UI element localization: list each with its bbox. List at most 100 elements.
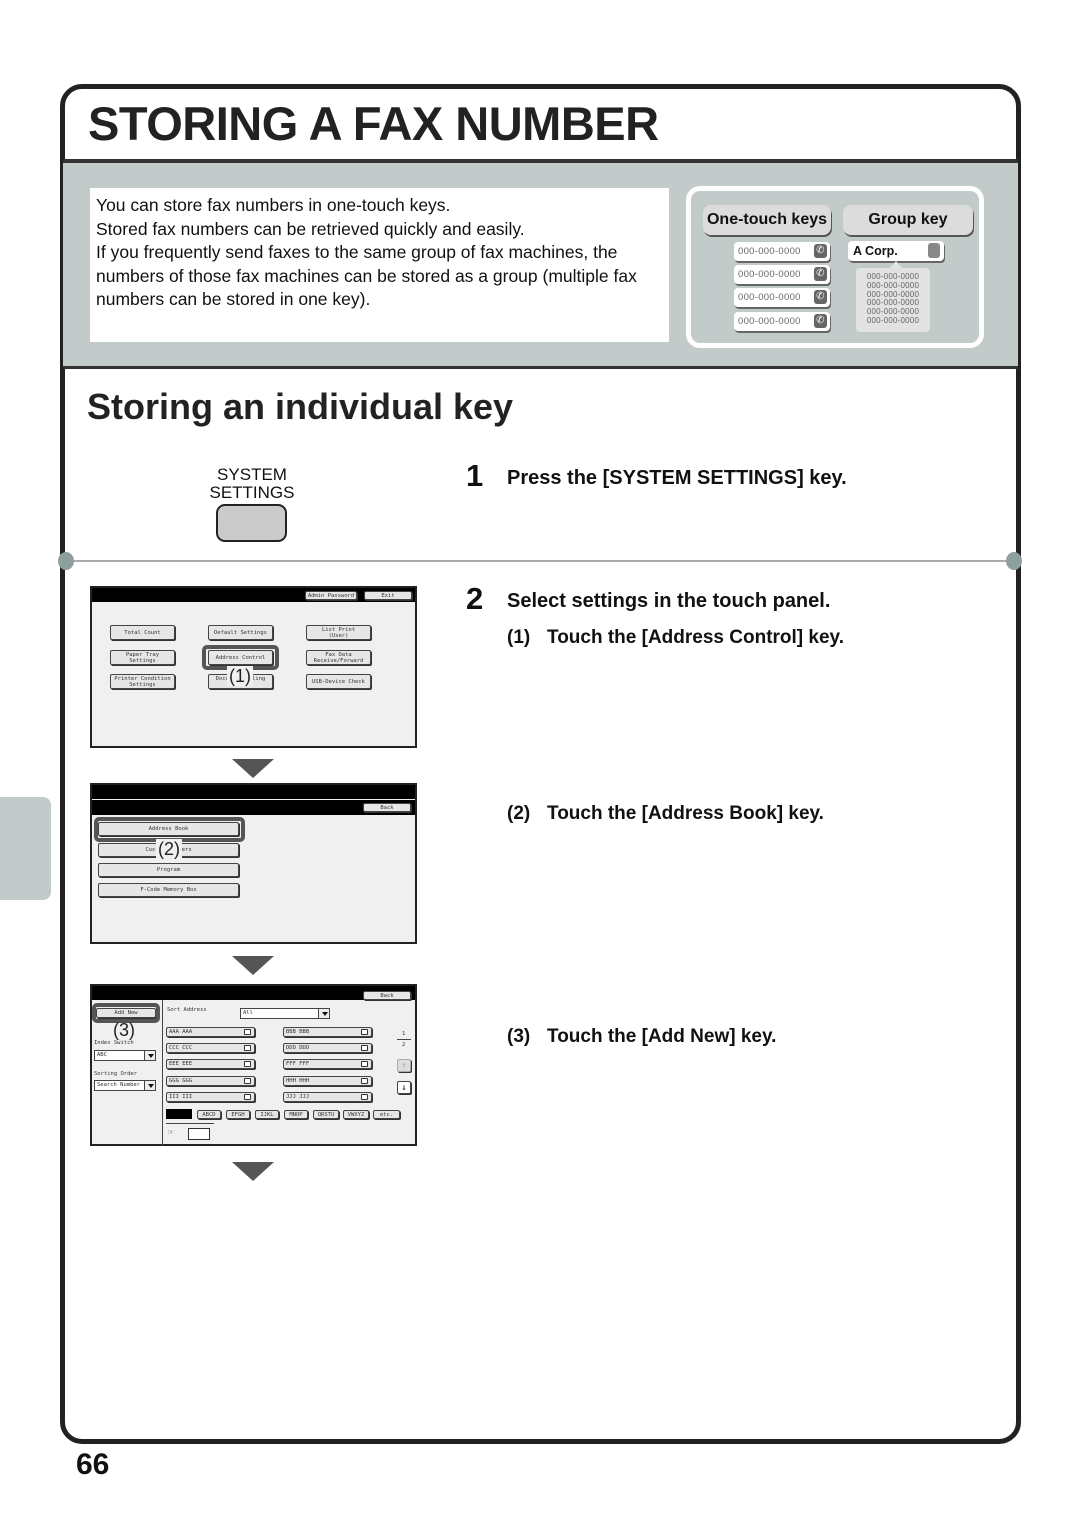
index-switch-select[interactable]: ABC: [94, 1050, 156, 1061]
total-count-button[interactable]: Total Count: [110, 625, 175, 640]
address-entry[interactable]: DDD DDD: [283, 1043, 372, 1053]
fax-data-forward-button[interactable]: Fax Data Receive/Forward: [306, 650, 371, 665]
sort-address-select[interactable]: All: [240, 1008, 330, 1019]
one-touch-keys-tab: One-touch keys: [703, 205, 831, 235]
system-settings-key[interactable]: [216, 504, 287, 542]
one-touch-key: 000-000-0000 ✆: [734, 312, 830, 331]
intro-divider: [63, 366, 1018, 369]
index-tab[interactable]: QRSTU: [313, 1110, 339, 1119]
phone-icon: ✆: [814, 244, 827, 258]
touch-panel-system-settings: Admin Password Exit Total Count Default …: [90, 586, 417, 748]
substep-number: (1): [507, 627, 531, 648]
touch-panel-address-control: Back Address Book Custom Folders Program…: [90, 783, 417, 944]
list-print-button[interactable]: List Print (User): [306, 625, 371, 640]
callout-label: (1): [227, 666, 253, 686]
default-settings-button[interactable]: Default Settings: [208, 625, 273, 640]
f-code-memory-box-button[interactable]: F-Code Memory Box: [98, 883, 239, 897]
select-value: Search Number: [97, 1082, 141, 1088]
phone-icon: ✆: [814, 314, 827, 328]
address-entry[interactable]: HHH HHH: [283, 1076, 372, 1086]
dropdown-arrow-icon: [144, 1081, 155, 1090]
envelope-icon: [361, 1094, 368, 1100]
label-line: SETTINGS: [209, 482, 295, 502]
index-tab[interactable]: IJKL: [255, 1110, 279, 1119]
page-total: 2: [402, 1042, 406, 1048]
entry-name: JJJ JJJ: [286, 1094, 310, 1100]
index-tab[interactable]: ABCD: [197, 1110, 221, 1119]
index-tab[interactable]: MNOP: [284, 1110, 308, 1119]
substep-text: Touch the [Address Book] key.: [547, 803, 824, 824]
admin-password-button[interactable]: Admin Password: [305, 591, 357, 600]
entry-name: DDD DDD: [286, 1045, 310, 1051]
index-tab[interactable]: VWXYZ: [343, 1110, 369, 1119]
scroll-up-button[interactable]: ↑: [397, 1059, 411, 1072]
fax-number: 000-000-0000: [738, 269, 801, 280]
section-heading: Storing an individual key: [87, 386, 514, 427]
down-arrow-icon: [232, 956, 274, 975]
intro-line: If you frequently send faxes to the same…: [96, 242, 637, 310]
intro-text-box: You can store fax numbers in one-touch k…: [90, 188, 669, 342]
group-numbers-popup: 000-000-0000 000-000-0000 000-000-0000 0…: [856, 261, 930, 332]
down-arrow-icon: [232, 1162, 274, 1181]
fax-number: 000-000-0000: [738, 316, 801, 327]
sorting-order-select[interactable]: Search Number: [94, 1080, 156, 1091]
intro-line: Stored fax numbers can be retrieved quic…: [96, 218, 525, 239]
touch-panel-address-book: Back Add New (3) Index Switch ABC Sortin…: [90, 984, 417, 1146]
group-key-label: A Corp.: [853, 244, 898, 258]
address-entry[interactable]: BBB BBB: [283, 1027, 372, 1037]
index-tab[interactable]: EFGH: [226, 1110, 250, 1119]
one-touch-key: 000-000-0000 ✆: [734, 242, 830, 261]
address-entry[interactable]: EEE EEE: [166, 1059, 255, 1069]
envelope-icon: [244, 1061, 251, 1067]
address-entry[interactable]: CCC CCC: [166, 1043, 255, 1053]
fax-number: 000-000-0000: [738, 292, 801, 303]
printer-condition-button[interactable]: Printer Condition Settings: [110, 674, 175, 689]
program-button[interactable]: Program: [98, 863, 239, 877]
step-number: 1: [466, 458, 484, 493]
group-number: 000-000-0000: [866, 315, 920, 325]
page-current: 1: [402, 1031, 406, 1037]
dropdown-arrow-icon: [144, 1051, 155, 1060]
address-entry[interactable]: III III: [166, 1092, 255, 1102]
keys-illustration: One-touch keys Group key 000-000-0000 ✆ 0…: [686, 186, 984, 348]
one-touch-key: 000-000-0000 ✆: [734, 265, 830, 284]
scroll-down-button[interactable]: ↓: [397, 1081, 411, 1094]
entry-name: CCC CCC: [169, 1045, 193, 1051]
chapter-side-tab: [0, 797, 51, 900]
envelope-icon: [244, 1094, 251, 1100]
paper-tray-settings-button[interactable]: Paper Tray Settings: [110, 650, 175, 665]
back-button[interactable]: Back: [363, 803, 411, 812]
address-entry[interactable]: JJJ JJJ: [283, 1092, 372, 1102]
search-number-input[interactable]: [188, 1128, 210, 1140]
callout-label: (2): [156, 839, 182, 859]
entry-name: III III: [169, 1094, 193, 1100]
entry-name: EEE EEE: [169, 1061, 193, 1067]
envelope-icon: [244, 1045, 251, 1051]
step-text: Press the [SYSTEM SETTINGS] key.: [507, 467, 847, 489]
step-divider: [65, 560, 1015, 562]
substep-number: (2): [507, 803, 531, 824]
envelope-icon: [361, 1061, 368, 1067]
substep-text: Touch the [Add New] key.: [547, 1026, 777, 1047]
address-entry[interactable]: GGG GGG: [166, 1076, 255, 1086]
entry-name: GGG GGG: [169, 1078, 193, 1084]
address-entry[interactable]: AAA AAA: [166, 1027, 255, 1037]
sorting-order-label: Sorting Order: [94, 1071, 138, 1077]
divider-dot: [58, 552, 74, 570]
screen-title-bar: [92, 785, 415, 799]
index-tab[interactable]: etc.: [373, 1110, 400, 1119]
index-tab-all[interactable]: [166, 1109, 192, 1119]
select-value: ABC: [97, 1052, 107, 1058]
dropdown-arrow-icon: [318, 1009, 329, 1018]
label-line: SYSTEM: [217, 465, 287, 484]
index-switch-label: Index Switch: [94, 1040, 134, 1046]
address-entry[interactable]: FFF FFF: [283, 1059, 372, 1069]
exit-button[interactable]: Exit: [364, 591, 412, 600]
envelope-icon: [244, 1078, 251, 1084]
panel-separator: [162, 1000, 163, 1146]
page-fraction-line: [397, 1039, 411, 1040]
back-button[interactable]: Back: [363, 991, 411, 1000]
step-number: 2: [466, 581, 484, 616]
usb-device-check-button[interactable]: USB-Device Check: [306, 674, 371, 689]
envelope-icon: [361, 1029, 368, 1035]
